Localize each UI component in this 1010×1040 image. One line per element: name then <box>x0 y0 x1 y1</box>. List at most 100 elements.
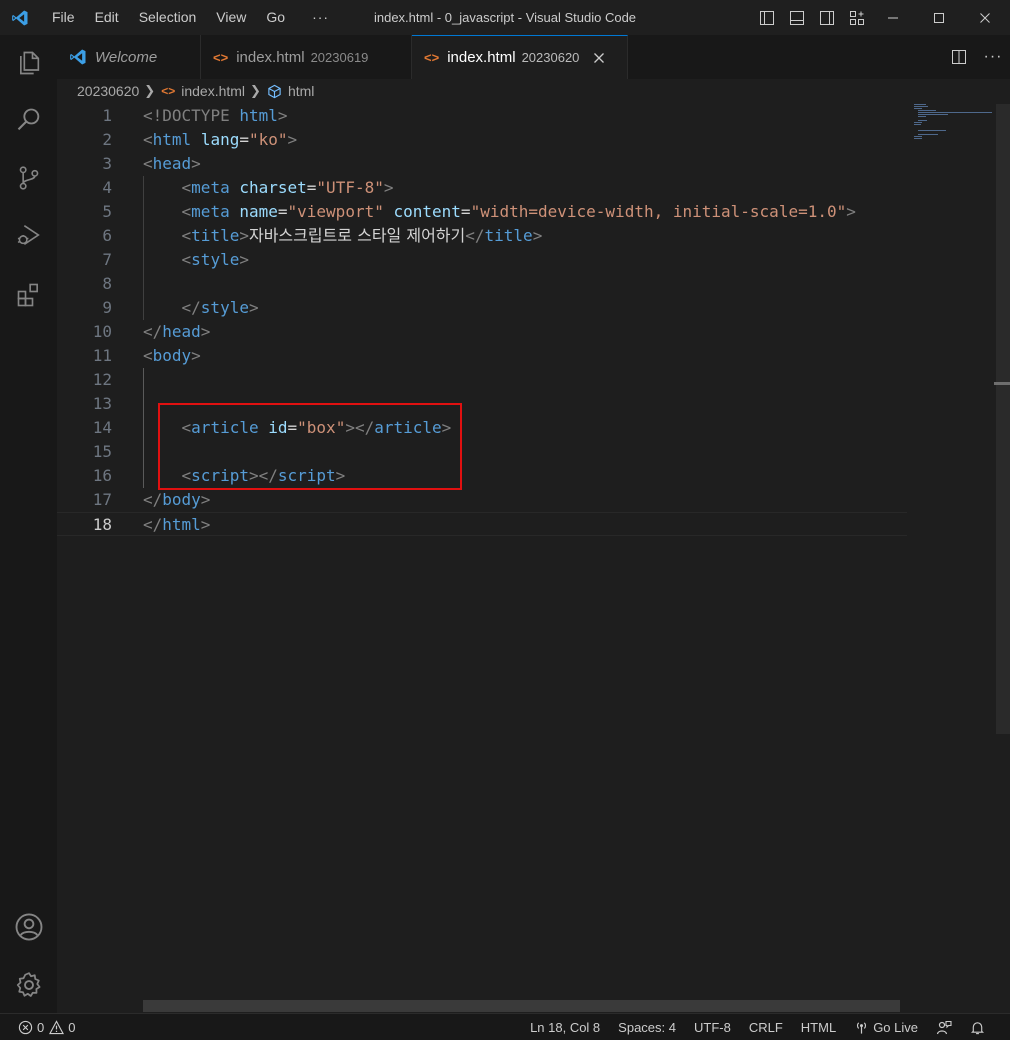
line-number: 6 <box>102 226 112 245</box>
toggle-primary-sidebar-icon[interactable] <box>752 0 782 35</box>
tab-index-20230619[interactable]: <> index.html 20230619 <box>201 35 412 79</box>
maximize-icon[interactable] <box>916 0 962 35</box>
line-number: 10 <box>92 322 112 341</box>
code-line: 9 </style> <box>57 296 907 320</box>
symbol-element-icon <box>267 84 282 99</box>
breadcrumb-file[interactable]: index.html <box>181 83 245 99</box>
window-controls <box>870 0 1008 35</box>
error-icon <box>18 1014 33 1040</box>
warning-icon <box>49 1014 65 1040</box>
code-line: 13 <box>57 392 907 416</box>
code-line: 7 <style> <box>57 248 907 272</box>
error-count: 0 <box>37 1020 45 1035</box>
code-line: 16 <script></script> <box>57 464 907 488</box>
accounts-icon[interactable] <box>0 903 57 951</box>
horizontal-scrollbar[interactable] <box>143 1000 900 1012</box>
code-line: 12 <box>57 368 907 392</box>
warning-count: 0 <box>68 1020 76 1035</box>
line-number: 3 <box>102 154 112 173</box>
line-number: 9 <box>102 298 112 317</box>
vscode-logo-icon <box>69 48 87 66</box>
close-tab-icon[interactable] <box>591 52 607 64</box>
line-number: 5 <box>102 202 112 221</box>
code-line: 8 <box>57 272 907 296</box>
indentation[interactable]: Spaces: 4 <box>609 1014 685 1040</box>
code-line: 11 <body> <box>57 344 907 368</box>
minimap[interactable] <box>908 104 994 144</box>
code-line: 3 <head> <box>57 152 907 176</box>
notifications-bell-icon[interactable] <box>961 1014 994 1040</box>
feedback-icon[interactable] <box>927 1014 961 1040</box>
close-window-icon[interactable] <box>962 0 1008 35</box>
run-debug-icon[interactable] <box>0 211 57 259</box>
go-live-label: Go Live <box>873 1020 918 1035</box>
line-number: 18 <box>92 515 112 534</box>
menu-file[interactable]: File <box>40 0 84 35</box>
explorer-icon[interactable] <box>0 39 57 87</box>
breadcrumb-folder[interactable]: 20230620 <box>77 83 139 99</box>
encoding[interactable]: UTF-8 <box>685 1014 740 1040</box>
chevron-right-icon: ❯ <box>250 83 261 98</box>
line-number: 15 <box>92 442 112 461</box>
cursor-position[interactable]: Ln 18, Col 8 <box>521 1014 609 1040</box>
split-editor-icon[interactable] <box>942 35 976 79</box>
more-actions-icon[interactable]: ··· <box>976 35 1010 79</box>
extensions-icon[interactable] <box>0 271 57 319</box>
vscode-logo-icon <box>0 0 40 35</box>
code-line: 4 <meta charset="UTF-8"> <box>57 176 907 200</box>
tab-label: index.html <box>447 49 516 66</box>
line-number: 4 <box>102 178 112 197</box>
code-editor[interactable]: 1 <!DOCTYPE html> 2 <html lang="ko"> 3 <… <box>57 104 907 1000</box>
code-line-current: 18 </html> <box>57 512 907 536</box>
line-number: 17 <box>92 490 112 509</box>
end-of-line[interactable]: CRLF <box>740 1014 792 1040</box>
menu-view[interactable]: View <box>205 0 255 35</box>
customize-layout-icon[interactable] <box>842 0 872 35</box>
toggle-secondary-sidebar-icon[interactable] <box>812 0 842 35</box>
minimize-icon[interactable] <box>870 0 916 35</box>
search-icon[interactable] <box>0 96 57 144</box>
editor-tabs: Welcome <> index.html 20230619 <> index.… <box>57 35 1010 79</box>
tab-label: index.html <box>236 48 305 66</box>
status-bar: 0 0 Ln 18, Col 8 Spaces: 4 UTF-8 CRLF HT… <box>0 1013 1010 1040</box>
line-number: 13 <box>92 394 112 413</box>
code-line: 6 <title>자바스크립트로 스타일 제어하기</title> <box>57 224 907 248</box>
code-line: 15 <box>57 440 907 464</box>
menu-edit[interactable]: Edit <box>84 0 128 35</box>
source-control-icon[interactable] <box>0 154 57 202</box>
tab-description: 20230619 <box>310 49 369 65</box>
vertical-scrollbar[interactable] <box>996 104 1010 734</box>
language-mode[interactable]: HTML <box>792 1014 845 1040</box>
line-number: 12 <box>92 370 112 389</box>
breadcrumb: 20230620 ❯ <> index.html ❯ html <box>57 79 907 103</box>
status-bar-right: Ln 18, Col 8 Spaces: 4 UTF-8 CRLF HTML G… <box>521 1014 994 1040</box>
code-line: 14 <article id="box"></article> <box>57 416 907 440</box>
html-file-icon: <> <box>424 50 440 65</box>
manage-gear-icon[interactable] <box>0 961 57 1009</box>
menu-bar: File Edit Selection View Go ··· <box>40 0 338 35</box>
tab-label: Welcome <box>95 48 158 66</box>
code-line: 10 </head> <box>57 320 907 344</box>
line-number: 8 <box>102 274 112 293</box>
code-line: 2 <html lang="ko"> <box>57 128 907 152</box>
html-file-icon: <> <box>161 84 176 98</box>
tab-description: 20230620 <box>521 50 580 65</box>
scrollbar-cursor-marker <box>994 382 1010 385</box>
go-live-button[interactable]: Go Live <box>845 1014 927 1040</box>
breadcrumb-symbol[interactable]: html <box>288 83 314 99</box>
line-number: 7 <box>102 250 112 269</box>
menu-go[interactable]: Go <box>255 0 294 35</box>
menu-selection[interactable]: Selection <box>128 0 206 35</box>
tab-index-20230620[interactable]: <> index.html 20230620 <box>412 35 628 79</box>
problems-indicator[interactable]: 0 0 <box>18 1014 75 1040</box>
tab-welcome[interactable]: Welcome <box>57 35 201 79</box>
code-line: 17 </body> <box>57 488 907 512</box>
broadcast-icon <box>854 1020 869 1035</box>
toggle-panel-icon[interactable] <box>782 0 812 35</box>
line-number: 2 <box>102 130 112 149</box>
line-number: 1 <box>102 106 112 125</box>
layout-controls <box>752 0 872 35</box>
line-number: 16 <box>92 466 112 485</box>
line-number: 11 <box>92 346 112 365</box>
html-file-icon: <> <box>213 49 229 65</box>
